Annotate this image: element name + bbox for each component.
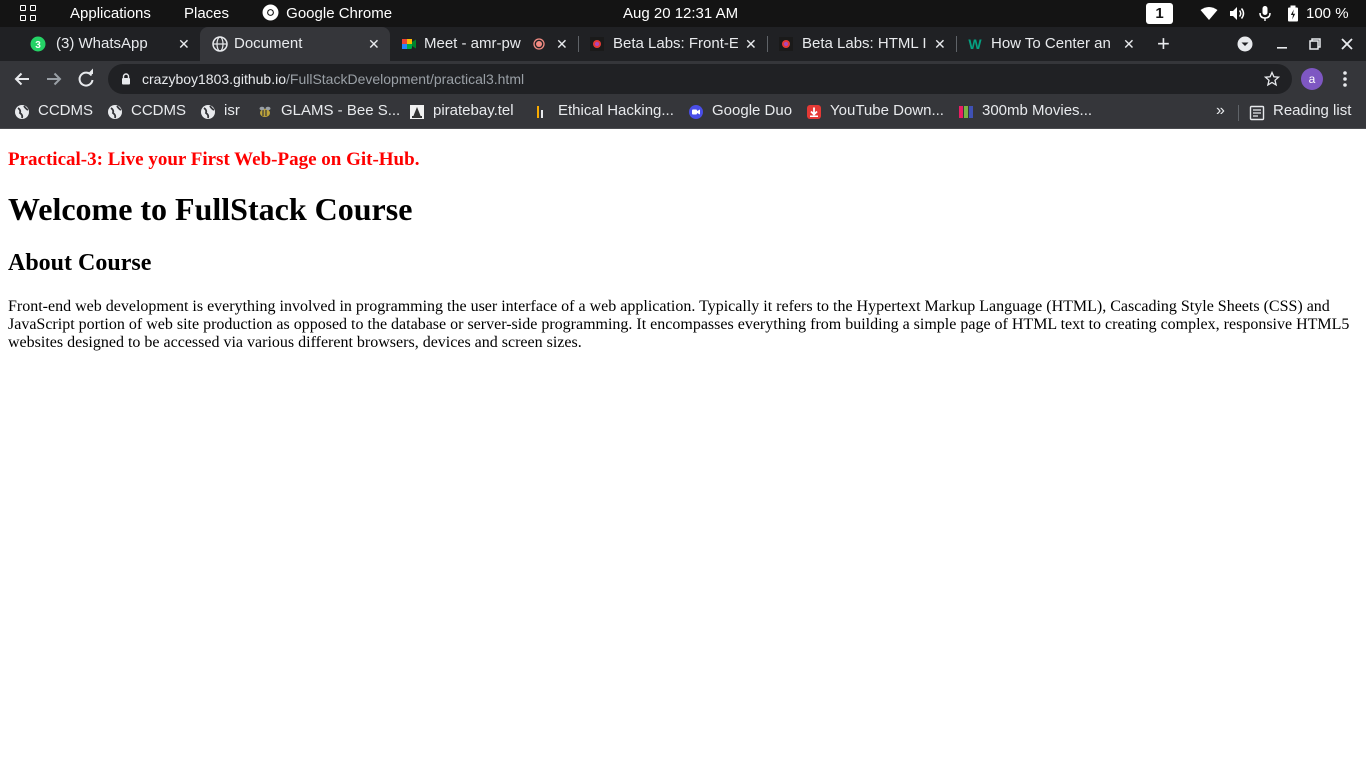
bookmark-label: 300mb Movies... — [982, 102, 1093, 119]
url-host: crazyboy1803.github.io — [142, 71, 286, 87]
new-tab-plus-icon[interactable]: + — [1157, 27, 1170, 61]
pirate-icon — [410, 105, 424, 119]
close-window-icon[interactable] — [1341, 38, 1353, 50]
bookmark-label: Google Duo — [712, 102, 793, 119]
tab-how-to-center[interactable]: W How To Center an ✕ — [957, 27, 1146, 61]
w-icon: W — [968, 36, 982, 52]
chrome-app-label: Google Chrome — [286, 5, 393, 22]
bookmark-label: Ethical Hacking... — [558, 102, 674, 119]
tab-whatsapp[interactable]: 3 (3) WhatsApp ✕ — [10, 27, 200, 61]
section-heading: About Course — [8, 250, 152, 276]
page-title: Welcome to FullStack Course — [8, 191, 413, 227]
tab-title: Beta Labs: Front-E — [613, 35, 738, 52]
minimize-icon[interactable] — [1276, 38, 1288, 50]
bookmark-label: CCDMS — [38, 102, 93, 119]
bookmark-star-icon[interactable] — [1264, 71, 1280, 87]
bookmarks-divider — [1238, 105, 1239, 121]
movies-icon — [959, 106, 973, 118]
browser-toolbar: crazyboy1803.github.io/FullStackDevelopm… — [0, 61, 1366, 97]
svg-text:W: W — [968, 36, 982, 52]
tab-title: Document — [234, 35, 303, 52]
bookmark-label: YouTube Down... — [830, 102, 944, 119]
bookmarks-bar: CCDMS CCDMS isr GLAMS - Bee S... pirateb… — [0, 97, 1366, 129]
course-description: Front-end web development is everything … — [8, 298, 1350, 351]
battery-icon[interactable] — [1287, 5, 1299, 22]
url-path: /FullStackDevelopment/practical3.html — [286, 71, 525, 87]
tab-search-icon[interactable] — [1237, 36, 1253, 52]
bee-icon — [259, 106, 271, 117]
globe-icon — [108, 105, 122, 119]
globe-icon — [212, 36, 228, 52]
duo-icon — [689, 105, 703, 119]
lock-icon[interactable] — [121, 73, 131, 85]
clock[interactable]: Aug 20 12:31 AM — [623, 0, 738, 27]
kebab-menu-icon[interactable] — [1331, 65, 1359, 93]
tab-document[interactable]: Document ✕ — [200, 27, 390, 61]
bookmarks-overflow-chevron-icon[interactable]: » — [1216, 97, 1225, 125]
chrome-icon — [262, 4, 279, 21]
close-icon[interactable]: ✕ — [556, 27, 568, 61]
tab-betalabs-frontend[interactable]: Beta Labs: Front-E ✕ — [579, 27, 768, 61]
places-menu[interactable]: Places — [184, 0, 229, 27]
microphone-icon[interactable] — [1258, 5, 1272, 22]
tab-strip: 3 (3) WhatsApp ✕ Document ✕ Meet - amr-p… — [0, 27, 1366, 61]
workspace-indicator[interactable]: 1 — [1146, 3, 1173, 24]
battery-percentage[interactable]: 100 % — [1306, 0, 1349, 27]
web-page-content: Practical-3: Live your First Web-Page on… — [0, 130, 1366, 768]
address-bar[interactable]: crazyboy1803.github.io/FullStackDevelopm… — [108, 64, 1292, 94]
whatsapp-badge: 3 — [35, 40, 41, 51]
recording-icon — [533, 38, 545, 50]
download-icon — [807, 105, 821, 119]
close-icon[interactable]: ✕ — [745, 27, 757, 61]
url-text[interactable]: crazyboy1803.github.io/FullStackDevelopm… — [142, 64, 524, 94]
app-grid-icon[interactable] — [20, 5, 38, 23]
practical-subtitle: Practical-3: Live your First Web-Page on… — [8, 149, 420, 170]
bookmark-label: piratebay.tel — [433, 102, 514, 119]
restore-icon[interactable] — [1309, 38, 1321, 50]
chrome-app-menu[interactable]: Google Chrome — [262, 0, 392, 27]
profile-avatar[interactable]: a — [1301, 68, 1323, 90]
bookmark-label: CCDMS — [131, 102, 186, 119]
globe-icon — [15, 105, 29, 119]
reload-icon[interactable] — [72, 65, 100, 93]
tab-betalabs-html[interactable]: Beta Labs: HTML I ✕ — [768, 27, 957, 61]
tab-title: Beta Labs: HTML I — [802, 35, 927, 52]
reading-list-icon — [1249, 105, 1265, 121]
close-icon[interactable]: ✕ — [178, 27, 190, 61]
system-top-bar: Applications Places Google Chrome Aug 20… — [0, 0, 1366, 27]
tab-title: (3) WhatsApp — [56, 35, 148, 52]
tab-title: How To Center an — [991, 35, 1111, 52]
betalabs-icon — [590, 37, 604, 51]
bookmark-label: isr — [224, 102, 240, 119]
applications-menu[interactable]: Applications — [70, 0, 151, 27]
volume-icon[interactable] — [1229, 6, 1246, 21]
close-icon[interactable]: ✕ — [934, 27, 946, 61]
bookmark-label: GLAMS - Bee S... — [281, 102, 401, 119]
bars-icon — [537, 106, 543, 118]
betalabs-icon — [779, 37, 793, 51]
meet-icon — [402, 39, 416, 49]
back-arrow-icon[interactable] — [8, 65, 36, 93]
reading-list-label: Reading list — [1273, 102, 1352, 119]
tab-title: Meet - amr-pw — [424, 35, 521, 52]
close-icon[interactable]: ✕ — [368, 27, 380, 61]
forward-arrow-icon[interactable] — [40, 65, 68, 93]
tab-meet[interactable]: Meet - amr-pw ✕ — [390, 27, 579, 61]
whatsapp-icon: 3 — [30, 36, 46, 52]
close-icon[interactable]: ✕ — [1123, 27, 1135, 61]
wifi-icon[interactable] — [1200, 6, 1218, 21]
globe-icon — [201, 105, 215, 119]
